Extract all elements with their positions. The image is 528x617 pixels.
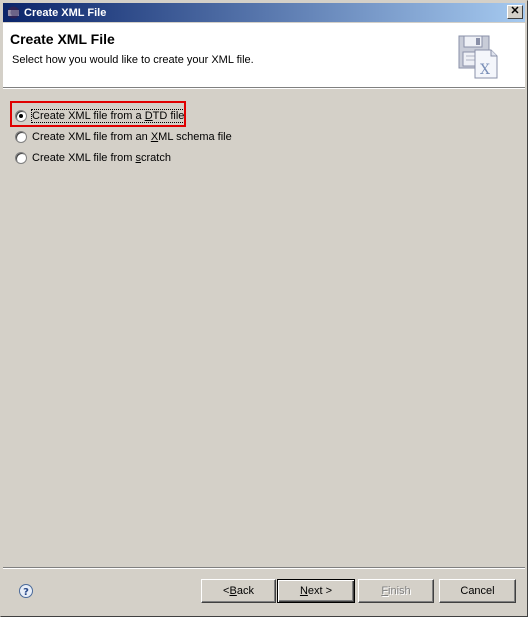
svg-text:?: ?	[23, 587, 29, 598]
option-label-from-scratch: Create XML file from scratch	[32, 151, 171, 164]
radio-from-scratch[interactable]	[15, 151, 27, 164]
creation-options-group: Create XML file from a DTD file Create X…	[10, 101, 232, 168]
option-label-from-dtd: Create XML file from a DTD file	[30, 108, 186, 123]
title-bar[interactable]: Create XML File ✕	[3, 3, 525, 22]
page-description: Select how you would like to create your…	[12, 54, 254, 66]
close-button[interactable]: ✕	[507, 5, 523, 19]
back-button[interactable]: < Back	[201, 579, 276, 603]
wizard-banner: Create XML File Select how you would lik…	[3, 23, 525, 88]
option-from-schema[interactable]: Create XML file from an XML schema file	[15, 126, 232, 147]
help-button[interactable]: ?	[18, 583, 34, 599]
option-label-from-schema: Create XML file from an XML schema file	[32, 130, 232, 143]
banner-divider	[3, 88, 525, 89]
svg-text:X: X	[480, 62, 490, 78]
close-icon: ✕	[510, 5, 520, 17]
help-icon: ?	[19, 584, 33, 598]
cancel-button[interactable]: Cancel	[439, 579, 516, 603]
eclipse-icon	[6, 6, 20, 20]
xml-file-wizard-icon: X	[455, 32, 503, 80]
create-xml-file-dialog: Create XML File ✕ Create XML File Select…	[0, 0, 528, 617]
window-title: Create XML File	[24, 6, 107, 19]
radio-from-schema[interactable]	[15, 130, 27, 143]
next-button[interactable]: Next >	[277, 579, 355, 603]
finish-button[interactable]: Finish	[358, 579, 434, 603]
radio-from-dtd[interactable]	[15, 109, 27, 122]
option-from-scratch[interactable]: Create XML file from scratch	[15, 147, 232, 168]
button-bar-divider	[3, 567, 525, 569]
page-title: Create XML File	[10, 31, 115, 47]
option-from-dtd[interactable]: Create XML file from a DTD file	[10, 101, 232, 127]
